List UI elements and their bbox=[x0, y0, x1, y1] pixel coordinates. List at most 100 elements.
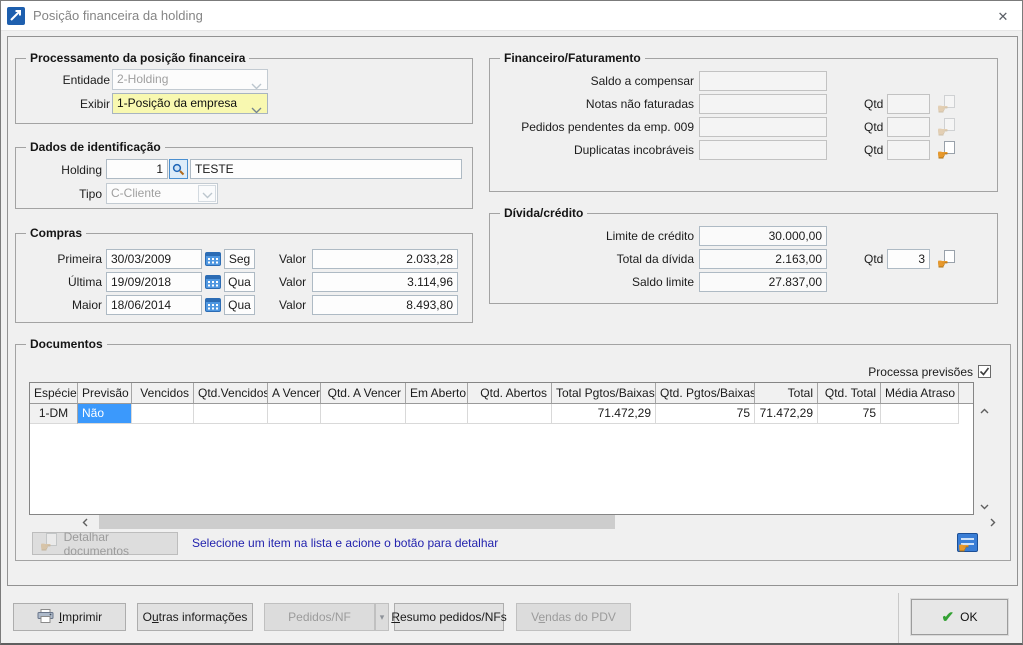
group-divida-credito: Dívida/crédito Limite de crédito 30.000,… bbox=[489, 213, 998, 304]
scroll-down-icon[interactable] bbox=[976, 499, 993, 514]
close-icon[interactable]: ✕ bbox=[994, 8, 1012, 25]
cell-qtd-vencidos[interactable] bbox=[194, 404, 268, 424]
detail-grid-icon[interactable]: ☛ bbox=[957, 533, 978, 552]
cell-qtd-pgtos[interactable]: 75 bbox=[656, 404, 755, 424]
titlebar: Posição financeira da holding ✕ bbox=[1, 1, 1022, 31]
hand-document-icon: ☛ bbox=[41, 533, 58, 550]
column-header[interactable]: A Vencer bbox=[268, 383, 321, 403]
detalhar-documentos-button: ☛ Detalhar documentos bbox=[32, 532, 178, 555]
limite-credito-field: 30.000,00 bbox=[699, 226, 827, 246]
chevron-down-icon bbox=[198, 185, 216, 202]
column-header[interactable]: Qtd.Vencidos bbox=[194, 383, 268, 403]
hand-document-icon: ☛ bbox=[938, 118, 956, 135]
column-header[interactable]: Média Atraso bbox=[881, 383, 959, 403]
cell-vencidos[interactable] bbox=[132, 404, 194, 424]
primeira-valor-field: 2.033,28 bbox=[312, 249, 458, 269]
column-header[interactable]: Total bbox=[755, 383, 818, 403]
ok-button[interactable]: ✔ OK bbox=[911, 599, 1008, 635]
column-header[interactable]: Total Pgtos/Baixas bbox=[552, 383, 656, 403]
group-dados-title: Dados de identificação bbox=[26, 140, 165, 154]
tipo-label: Tipo bbox=[26, 184, 102, 204]
divida-qtd-field[interactable]: 3 bbox=[887, 249, 930, 269]
outras-informacoes-button[interactable]: Outras informações bbox=[137, 603, 253, 631]
holding-code-field[interactable]: 1 bbox=[106, 159, 168, 179]
saldo-compensar-field bbox=[699, 71, 827, 91]
calendar-icon[interactable] bbox=[205, 251, 222, 267]
exibir-value: 1-Posição da empresa bbox=[117, 96, 237, 110]
check-icon: ✔ bbox=[942, 610, 955, 625]
exibir-combobox[interactable]: 1-Posição da empresa bbox=[112, 93, 268, 114]
group-compras-title: Compras bbox=[26, 226, 86, 240]
cell-total[interactable]: 71.472,29 bbox=[755, 404, 818, 424]
primeira-label: Primeira bbox=[26, 249, 102, 269]
processa-previsoes-checkbox[interactable] bbox=[978, 365, 991, 378]
qtd-label: Qtd bbox=[864, 94, 888, 114]
resumo-pedidos-nfs-button[interactable]: Resumo pedidos/NFs bbox=[394, 603, 504, 631]
pedidos-pendentes-field bbox=[699, 117, 827, 137]
vertical-scrollbar[interactable] bbox=[976, 404, 993, 514]
saldo-limite-label: Saldo limite bbox=[500, 272, 694, 292]
column-header[interactable]: Previsão bbox=[78, 383, 132, 403]
cell-media-atraso[interactable] bbox=[881, 404, 959, 424]
notas-qtd-field bbox=[887, 94, 930, 114]
pedidos-pendentes-label: Pedidos pendentes da emp. 009 bbox=[500, 117, 694, 137]
ultima-date-field[interactable]: 19/09/2018 bbox=[106, 272, 202, 292]
horizontal-scrollbar[interactable] bbox=[78, 515, 999, 529]
group-compras: Compras Primeira 30/03/2009 Seg Valor 2.… bbox=[15, 233, 473, 323]
cell-especie[interactable]: 1-DM bbox=[30, 404, 78, 424]
maior-date-field[interactable]: 18/06/2014 bbox=[106, 295, 202, 315]
calendar-icon[interactable] bbox=[205, 274, 222, 290]
hand-document-icon[interactable]: ☛ bbox=[938, 141, 956, 158]
pedidos-nf-button: Pedidos/NF bbox=[264, 603, 375, 631]
scroll-right-icon[interactable] bbox=[985, 515, 999, 529]
exibir-label: Exibir bbox=[26, 94, 110, 114]
column-header[interactable]: Vencidos bbox=[132, 383, 194, 403]
chevron-down-icon bbox=[251, 101, 262, 114]
cell-qtd-total[interactable]: 75 bbox=[818, 404, 881, 424]
imprimir-button[interactable]: Imprimir bbox=[13, 603, 126, 631]
vendas-do-pdv-button: Vendas do PDV bbox=[516, 603, 631, 631]
column-header-filler bbox=[959, 383, 973, 403]
hand-document-icon: ☛ bbox=[938, 95, 956, 112]
scroll-left-icon[interactable] bbox=[78, 515, 92, 529]
processa-previsoes-label: Processa previsões bbox=[723, 362, 973, 382]
cell-qtd-abertos[interactable] bbox=[468, 404, 552, 424]
dialog-posicao-financeira: Posição financeira da holding ✕ Processa… bbox=[0, 0, 1023, 645]
column-header[interactable]: Qtd. Pgtos/Baixas bbox=[656, 383, 755, 403]
saldo-limite-field: 27.837,00 bbox=[699, 272, 827, 292]
column-header[interactable]: Espécie bbox=[30, 383, 78, 403]
maior-weekday: Qua bbox=[224, 295, 255, 315]
footer-separator bbox=[898, 593, 899, 644]
column-header[interactable]: Em Aberto bbox=[406, 383, 468, 403]
chevron-down-icon bbox=[251, 77, 262, 90]
cell-em-aberto[interactable] bbox=[406, 404, 468, 424]
cell-total-pgtos[interactable]: 71.472,29 bbox=[552, 404, 656, 424]
qtd-label: Qtd bbox=[864, 249, 888, 269]
cell-a-vencer[interactable] bbox=[268, 404, 321, 424]
documentos-table-content: Espécie Previsão Vencidos Qtd.Vencidos A… bbox=[29, 382, 974, 515]
search-icon[interactable] bbox=[169, 159, 188, 179]
total-divida-label: Total da dívida bbox=[500, 249, 694, 269]
saldo-compensar-label: Saldo a compensar bbox=[500, 71, 694, 91]
scrollbar-thumb[interactable] bbox=[99, 515, 615, 529]
scroll-up-icon[interactable] bbox=[976, 404, 993, 419]
cell-previsao-selected[interactable]: Não bbox=[78, 404, 132, 424]
notas-nao-faturadas-field bbox=[699, 94, 827, 114]
table-row[interactable]: 1-DM Não 71.472,29 75 71.472,29 75 bbox=[30, 404, 973, 424]
hand-document-icon[interactable]: ☛ bbox=[938, 250, 956, 267]
ok-label: OK bbox=[960, 610, 977, 624]
column-header[interactable]: Qtd. A Vencer bbox=[321, 383, 406, 403]
pedidos-qtd-field bbox=[887, 117, 930, 137]
column-header[interactable]: Qtd. Total bbox=[818, 383, 881, 403]
primeira-date-field[interactable]: 30/03/2009 bbox=[106, 249, 202, 269]
limite-credito-label: Limite de crédito bbox=[500, 226, 694, 246]
entidade-value: 2-Holding bbox=[117, 72, 168, 86]
cell-qtd-a-vencer[interactable] bbox=[321, 404, 406, 424]
duplicatas-incobraveis-label: Duplicatas incobráveis bbox=[500, 140, 694, 160]
app-icon bbox=[7, 7, 25, 25]
ultima-valor-field: 3.114,96 bbox=[312, 272, 458, 292]
holding-name-field[interactable]: TESTE bbox=[190, 159, 462, 179]
column-header[interactable]: Qtd. Abertos bbox=[468, 383, 552, 403]
calendar-icon[interactable] bbox=[205, 297, 222, 313]
maior-valor-field: 8.493,80 bbox=[312, 295, 458, 315]
